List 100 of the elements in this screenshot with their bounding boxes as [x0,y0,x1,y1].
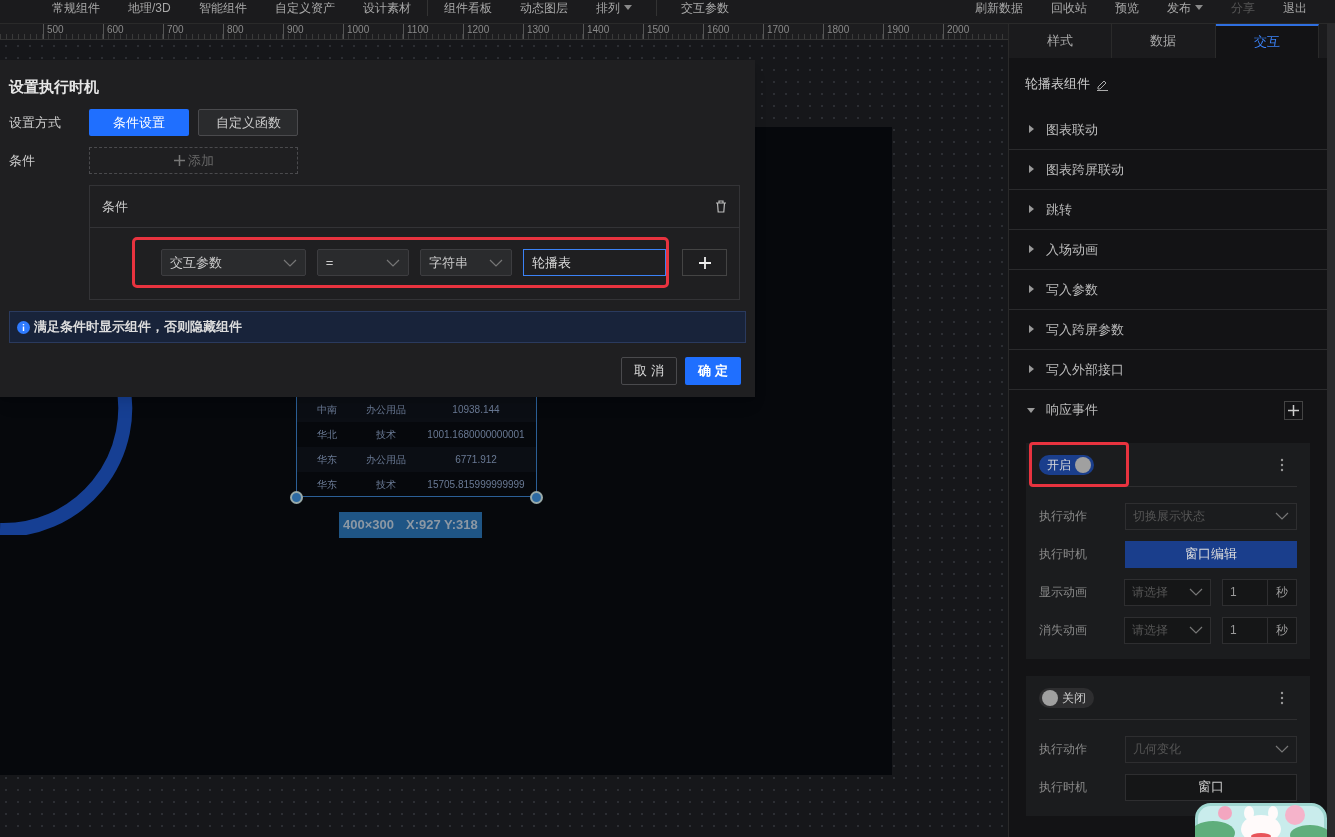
caret-right-icon [1027,205,1036,214]
value-input[interactable]: 轮播表 [523,249,666,276]
field-label: 执行动作 [1039,508,1088,525]
duration-field[interactable]: 1 秒 [1222,578,1297,606]
mode-button[interactable]: 自定义函数 [198,109,298,136]
menu-item[interactable]: 预览 [1101,1,1153,14]
table-cell-text: 华东 [315,478,338,492]
caret-right-icon [1027,125,1036,134]
ruler-label: 1200 [467,24,490,35]
table-cell-text: 办公用品 [365,453,408,467]
table-cell-text: 华北 [315,428,338,442]
position-text: X:927 Y:318 [406,516,478,535]
mode-button[interactable]: 条件设置 [89,109,189,136]
ruler-label: 1900 [887,24,910,35]
ruler-label: 1100 [407,24,429,35]
menu-item[interactable]: 设计素材 [348,1,425,14]
chevron-down-icon [1275,745,1289,753]
table-cell-text: 华东 [315,453,338,467]
caret-icon [1195,5,1203,10]
operator-select[interactable]: = [316,249,409,276]
chevron-down-icon [489,258,504,267]
ruler-label: 1300 [527,24,550,35]
menu-item[interactable]: 常规组件 [38,1,114,14]
field-label: 条件 [9,151,36,170]
menu-item[interactable]: 刷新数据 [961,1,1037,14]
field-label: 执行时机 [1039,779,1088,796]
table-cell-text: 中南 [315,403,338,417]
confirm-button[interactable]: 确 定 [685,357,741,385]
plus-icon [173,155,185,166]
ruler-label: 1400 [587,24,610,35]
field-label: 执行动作 [1039,741,1088,758]
card-title: 条件 [102,197,128,216]
panel-tab[interactable]: 数据 [1112,24,1216,58]
ruler-label: 600 [107,24,124,35]
ruler-label: 2000 [947,24,970,35]
window-edit-button[interactable]: 窗口 [1125,773,1297,801]
table-cell-text: 6771.912 [454,453,498,467]
info-text: 满足条件时显示组件，否则隐藏组件 [34,318,242,337]
ruler-label: 1500 [647,24,670,35]
menu-item[interactable]: 智能组件 [184,1,261,14]
cancel-button[interactable]: 取 消 [621,357,677,385]
field-label: 显示动画 [1039,584,1088,601]
ruler-label: 1700 [767,24,790,35]
caret-icon [623,5,632,10]
ruler-label: 1600 [707,24,730,35]
trash-icon[interactable] [715,200,727,213]
plus-icon [1288,404,1299,416]
field-label: 执行时机 [1039,546,1088,563]
field-label: 消失动画 [1039,622,1088,639]
menu-item[interactable]: 交互参数 [666,1,743,14]
window-edit-button[interactable]: 窗口编辑 [1125,540,1297,568]
caret-right-icon [1027,245,1036,254]
caret-right-icon [1027,285,1036,294]
dialog-title: 设置执行时机 [9,77,100,97]
panel-tab[interactable]: 样式 [1009,24,1113,58]
table-cell-text: 1001.1680000000001 [426,428,526,442]
table-cell-text: 15705.815999999999 [426,478,526,492]
menu-item[interactable]: 组件看板 [429,1,506,14]
caret-right-icon [1027,165,1036,174]
info-icon [17,320,30,334]
field-label: 设置方式 [9,113,62,132]
chevron-down-icon [282,258,297,267]
chevron-down-icon [1275,512,1289,520]
ruler-label: 700 [167,24,184,35]
caret-down-icon [1027,405,1036,415]
ruler-label: 1000 [347,24,370,35]
add-condition-button[interactable] [682,249,727,276]
ruler-label: 1800 [827,24,850,35]
param-select[interactable]: 交互参数 [161,249,306,276]
caret-right-icon [1027,365,1036,374]
table-cell-text: 办公用品 [365,403,408,417]
menu-item[interactable]: 排列 [581,1,646,14]
panel-tab[interactable]: 交互 [1215,24,1319,58]
caret-right-icon [1027,325,1036,334]
type-select[interactable]: 字符串 [420,249,513,276]
plus-icon [698,256,711,269]
menu-item[interactable]: 发布 [1153,1,1217,14]
toggle-switch[interactable]: 开启 [1039,454,1094,475]
scrollbar[interactable] [1327,24,1335,837]
menu-item[interactable]: 退出 [1269,1,1321,14]
add-event-button[interactable] [1284,400,1303,420]
chevron-down-icon [386,258,400,267]
more-icon[interactable] [1280,457,1284,472]
ruler-label: 900 [287,24,304,35]
menu-item[interactable]: 回收站 [1037,1,1101,14]
section-header[interactable]: 响应事件 [1009,390,1327,430]
menu-item[interactable]: 自定义资产 [260,1,349,14]
table-cell-text: 技术 [375,428,398,442]
duration-field[interactable]: 1 秒 [1222,616,1297,644]
chevron-down-icon [1189,588,1203,596]
chevron-down-icon [1189,626,1203,634]
size-text: 400×300 [343,516,394,535]
ruler-label: 500 [47,24,64,35]
table-cell-text: 10938.144 [451,403,501,417]
table-cell-text: 技术 [375,478,398,492]
ruler-label: 800 [227,24,244,35]
menu-item[interactable]: 动态图层 [505,1,582,14]
more-icon[interactable] [1280,690,1284,705]
menu-item[interactable]: 地理/3D [114,1,185,14]
toggle-switch[interactable]: 关闭 [1039,687,1094,708]
